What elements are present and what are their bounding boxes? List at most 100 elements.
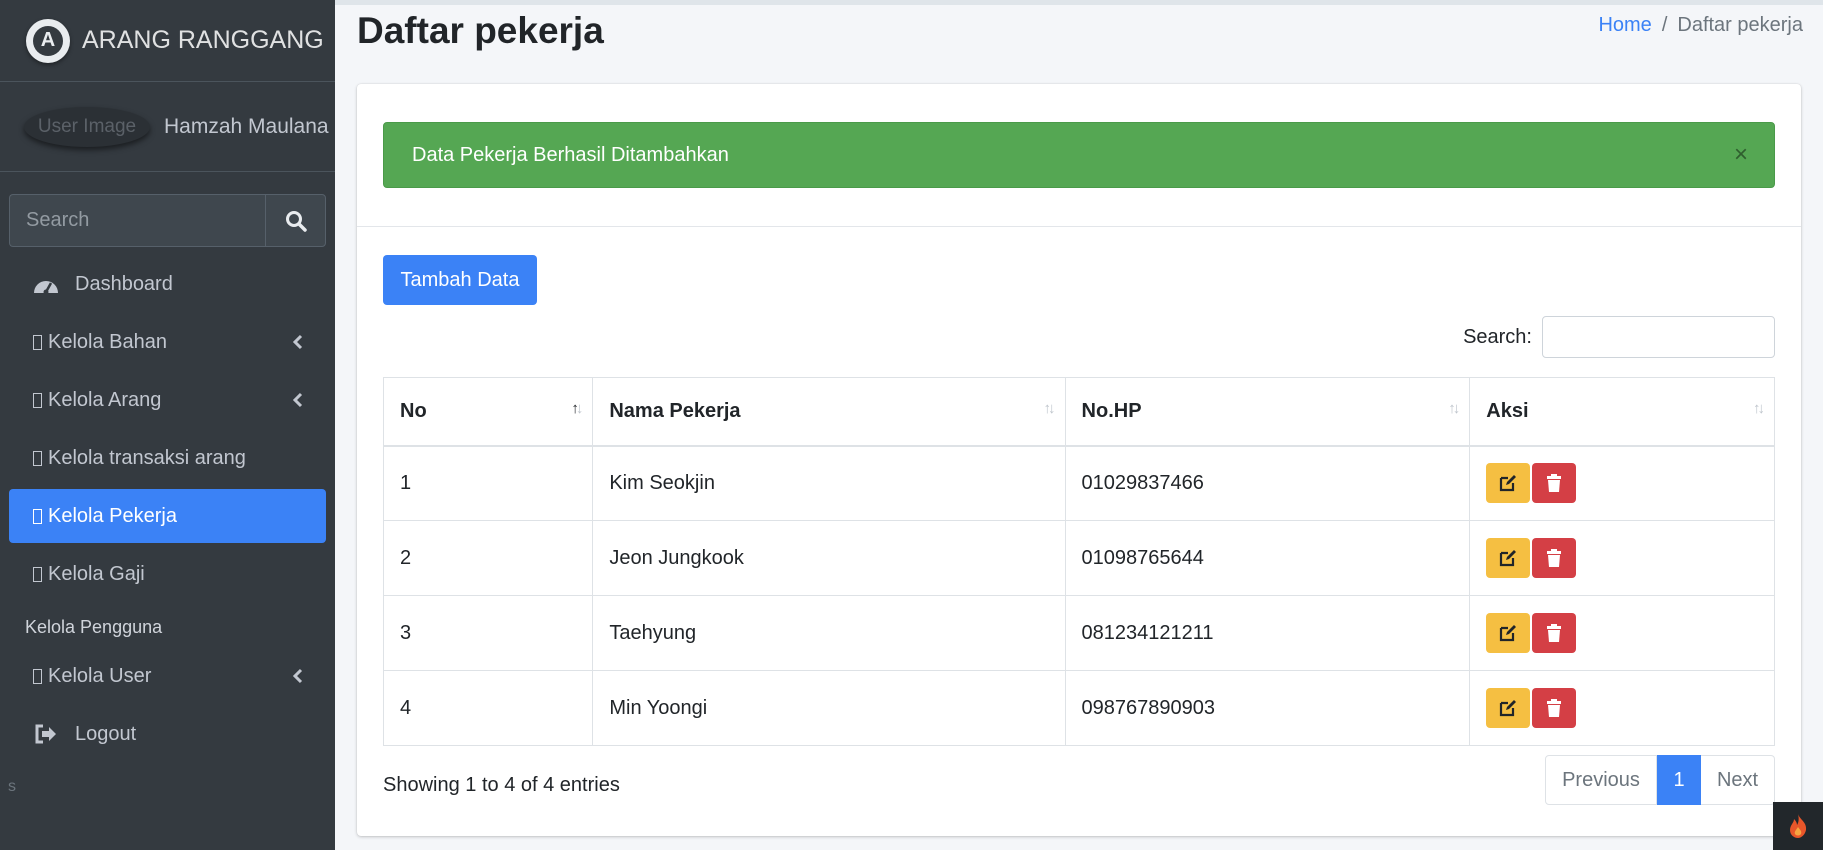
cell-hp: 01029837466 <box>1064 445 1471 521</box>
pagination-next[interactable]: Next <box>1701 755 1775 805</box>
sidebar-item-kelola-pekerja[interactable]: Kelola Pekerja <box>9 489 326 543</box>
sidebar-item-dashboard[interactable]: Dashboard <box>9 257 326 311</box>
trash-icon <box>1547 699 1562 717</box>
avatar: User Image <box>24 106 150 147</box>
chevron-left-icon <box>292 649 304 703</box>
sidebar-item-label: Kelola transaksi arang <box>48 446 246 469</box>
table-header-row: No ↑↓ Nama Pekerja ↑↓ No.HP ↑↓ Aksi ↑↓ <box>382 377 1775 447</box>
brand-link[interactable]: A ARANG RANGGANG <box>0 0 335 82</box>
workers-table: No ↑↓ Nama Pekerja ↑↓ No.HP ↑↓ Aksi ↑↓ 1 Kim… <box>382 377 1775 746</box>
cell-nama: Kim Seokjin <box>592 445 1066 521</box>
column-header-aksi[interactable]: Aksi ↑↓ <box>1469 377 1775 447</box>
table-search-input[interactable] <box>1542 316 1775 358</box>
cell-hp: 01098765644 <box>1064 520 1471 596</box>
cell-hp: 098767890903 <box>1064 670 1471 746</box>
edit-icon <box>1500 625 1517 642</box>
sidebar-item-label: Kelola User <box>48 664 152 687</box>
sidebar-search: Search <box>9 194 326 247</box>
box-glyph-icon <box>33 392 42 408</box>
delete-button[interactable] <box>1532 463 1577 504</box>
sidebar-search-input[interactable]: Search <box>9 194 265 247</box>
edit-button[interactable] <box>1486 688 1531 728</box>
column-header-label: No.HP <box>1081 399 1142 422</box>
breadcrumb-current: Daftar pekerja <box>1677 14 1803 36</box>
delete-button[interactable] <box>1532 688 1577 728</box>
content-card: Data Pekerja Berhasil Ditambahkan × Tamb… <box>357 84 1801 836</box>
table-row: 2 Jeon Jungkook 01098765644 <box>382 520 1775 596</box>
sort-icon: ↑↓ <box>1043 400 1056 417</box>
sidebar-item-kelola-arang[interactable]: Kelola Arang <box>9 373 326 427</box>
trash-icon <box>1547 474 1562 493</box>
table-search-label: Search: <box>1463 325 1532 348</box>
cell-no: 1 <box>382 445 594 521</box>
edit-button[interactable] <box>1486 463 1531 504</box>
sidebar-item-kelola-user[interactable]: Kelola User <box>9 649 326 703</box>
add-data-button[interactable]: Tambah Data <box>383 255 537 305</box>
delete-button[interactable] <box>1532 613 1577 653</box>
chevron-left-icon <box>292 373 304 427</box>
column-header-nama[interactable]: Nama Pekerja ↑↓ <box>592 377 1066 447</box>
column-header-no[interactable]: No ↑↓ <box>382 377 594 447</box>
avatar-alt-text: User Image <box>37 115 137 137</box>
column-header-label: Nama Pekerja <box>609 399 741 422</box>
user-panel: User Image Hamzah Maulana <box>0 82 335 172</box>
sidebar-item-kelola-gaji[interactable]: Kelola Gaji <box>9 547 326 601</box>
search-icon <box>285 210 307 232</box>
brand-name: ARANG RANGGANG <box>82 26 324 54</box>
trash-icon <box>1547 549 1562 567</box>
sort-icon: ↑↓ <box>1753 400 1765 417</box>
delete-button[interactable] <box>1532 538 1577 578</box>
edit-button[interactable] <box>1486 613 1531 653</box>
sidebar-stray-text: s <box>8 778 16 795</box>
alert-message: Data Pekerja Berhasil Ditambahkan <box>412 143 729 166</box>
sort-asc-icon: ↑↓ <box>571 400 583 417</box>
edit-icon <box>1500 550 1517 567</box>
card-header: Data Pekerja Berhasil Ditambahkan × <box>357 84 1801 227</box>
table-info: Showing 1 to 4 of 4 entries <box>383 774 620 796</box>
brand-logo-icon: A <box>26 18 70 63</box>
close-icon[interactable]: × <box>1734 141 1748 169</box>
sidebar-item-label: Kelola Pekerja <box>48 504 177 527</box>
pagination-page-1[interactable]: 1 <box>1657 755 1701 805</box>
column-header-label: No <box>400 399 427 422</box>
sign-out-icon <box>35 724 56 744</box>
sidebar-item-kelola-bahan[interactable]: Kelola Bahan <box>9 315 326 369</box>
sort-icon: ↑↓ <box>1448 400 1460 417</box>
table-row: 1 Kim Seokjin 01029837466 <box>382 445 1775 521</box>
sidebar-item-kelola-transaksi-arang[interactable]: Kelola transaksi arang <box>9 431 326 485</box>
edit-icon <box>1500 700 1517 717</box>
table-search: Search: <box>1463 316 1775 358</box>
sidebar-search-button[interactable] <box>265 194 326 247</box>
cell-no: 3 <box>382 595 594 671</box>
sidebar: A ARANG RANGGANG User Image Hamzah Maula… <box>0 0 335 850</box>
sidebar-item-label: Dashboard <box>75 272 173 295</box>
debug-toolbar-toggle[interactable] <box>1773 802 1823 850</box>
sidebar-item-label: Kelola Arang <box>48 388 162 411</box>
box-glyph-icon <box>33 334 42 350</box>
column-header-label: Aksi <box>1486 399 1529 422</box>
sidebar-item-logout[interactable]: Logout <box>9 707 326 761</box>
user-name[interactable]: Hamzah Maulana <box>164 115 329 139</box>
flame-icon <box>1790 814 1807 838</box>
box-glyph-icon <box>33 508 42 524</box>
page-title: Daftar pekerja <box>357 10 604 51</box>
chevron-left-icon <box>292 315 304 369</box>
pagination: Previous 1 Next <box>1545 755 1775 805</box>
cell-nama: Min Yoongi <box>592 670 1066 746</box>
cell-aksi <box>1469 670 1775 746</box>
edit-button[interactable] <box>1486 538 1531 578</box>
table-row: 3 Taehyung 081234121211 <box>382 595 1775 671</box>
box-glyph-icon <box>33 450 42 466</box>
column-header-hp[interactable]: No.HP ↑↓ <box>1064 377 1471 447</box>
box-glyph-icon <box>33 668 42 684</box>
cell-hp: 081234121211 <box>1064 595 1471 671</box>
tachometer-icon <box>34 281 58 295</box>
breadcrumb-home-link[interactable]: Home <box>1598 14 1651 36</box>
sidebar-section-header: Kelola Pengguna <box>25 617 163 637</box>
cell-aksi <box>1469 445 1775 521</box>
cell-nama: Jeon Jungkook <box>592 520 1066 596</box>
cell-no: 2 <box>382 520 594 596</box>
box-glyph-icon <box>33 566 42 582</box>
breadcrumb-separator: / <box>1661 14 1668 36</box>
pagination-previous[interactable]: Previous <box>1545 755 1657 805</box>
